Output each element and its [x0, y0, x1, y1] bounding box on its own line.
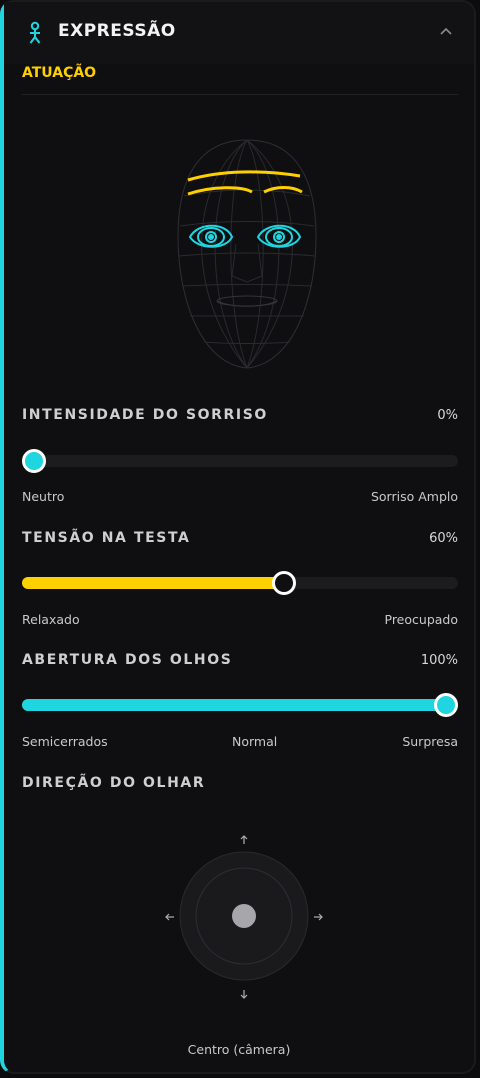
- person-icon: [26, 21, 44, 45]
- forehead-tension-slider[interactable]: [22, 571, 458, 595]
- smile-max-label: Sorriso Amplo: [370, 489, 458, 504]
- panel-header[interactable]: EXPRESSÃO: [4, 2, 474, 64]
- section-label: ATUAÇÃO: [22, 65, 97, 81]
- eye-opening-label: ABERTURA DOS OLHOS: [22, 652, 233, 668]
- eye-opening-fill: [22, 699, 458, 711]
- forehead-tension-fill: [22, 577, 284, 589]
- gaze-knob[interactable]: [232, 904, 256, 928]
- left-brow: [187, 170, 301, 182]
- arrow-left-icon[interactable]: [165, 913, 174, 921]
- smile-intensity-value: 0%: [437, 408, 458, 423]
- panel-title: EXPRESSÃO: [58, 21, 176, 41]
- eye-opening-value: 100%: [420, 653, 458, 668]
- forehead-tension-value: 60%: [429, 531, 458, 546]
- eyes-min-label: Semicerrados: [22, 734, 108, 749]
- expression-panel: EXPRESSÃO ATUAÇÃO INTENSIDADE DO SORRISO…: [0, 0, 476, 1074]
- smile-min-label: Neutro: [22, 489, 65, 504]
- forehead-max-label: Preocupado: [384, 612, 459, 627]
- eye-opening-thumb[interactable]: [434, 693, 458, 717]
- smile-intensity-thumb[interactable]: [22, 449, 46, 473]
- face-preview: [172, 136, 322, 372]
- forehead-tension-label: TENSÃO NA TESTA: [22, 530, 191, 546]
- forehead-min-label: Relaxado: [22, 612, 80, 627]
- gaze-caption: Centro (câmera): [187, 1042, 291, 1057]
- divider: [22, 94, 458, 95]
- eyes-mid-label: Normal: [232, 734, 278, 749]
- smile-intensity-slider[interactable]: [22, 449, 458, 473]
- chevron-up-icon[interactable]: [436, 22, 456, 42]
- left-eye: [188, 224, 234, 248]
- forehead-tension-thumb[interactable]: [271, 571, 296, 595]
- gaze-direction-label: DIREÇÃO DO OLHAR: [22, 775, 206, 791]
- smile-intensity-label: INTENSIDADE DO SORRISO: [22, 407, 268, 423]
- eye-opening-slider[interactable]: [22, 693, 458, 717]
- arrow-right-icon[interactable]: [314, 913, 323, 921]
- eyes-max-label: Surpresa: [402, 734, 458, 749]
- arrow-down-icon[interactable]: [240, 990, 248, 999]
- arrow-up-icon[interactable]: [240, 835, 248, 844]
- gaze-joystick[interactable]: [154, 826, 334, 1006]
